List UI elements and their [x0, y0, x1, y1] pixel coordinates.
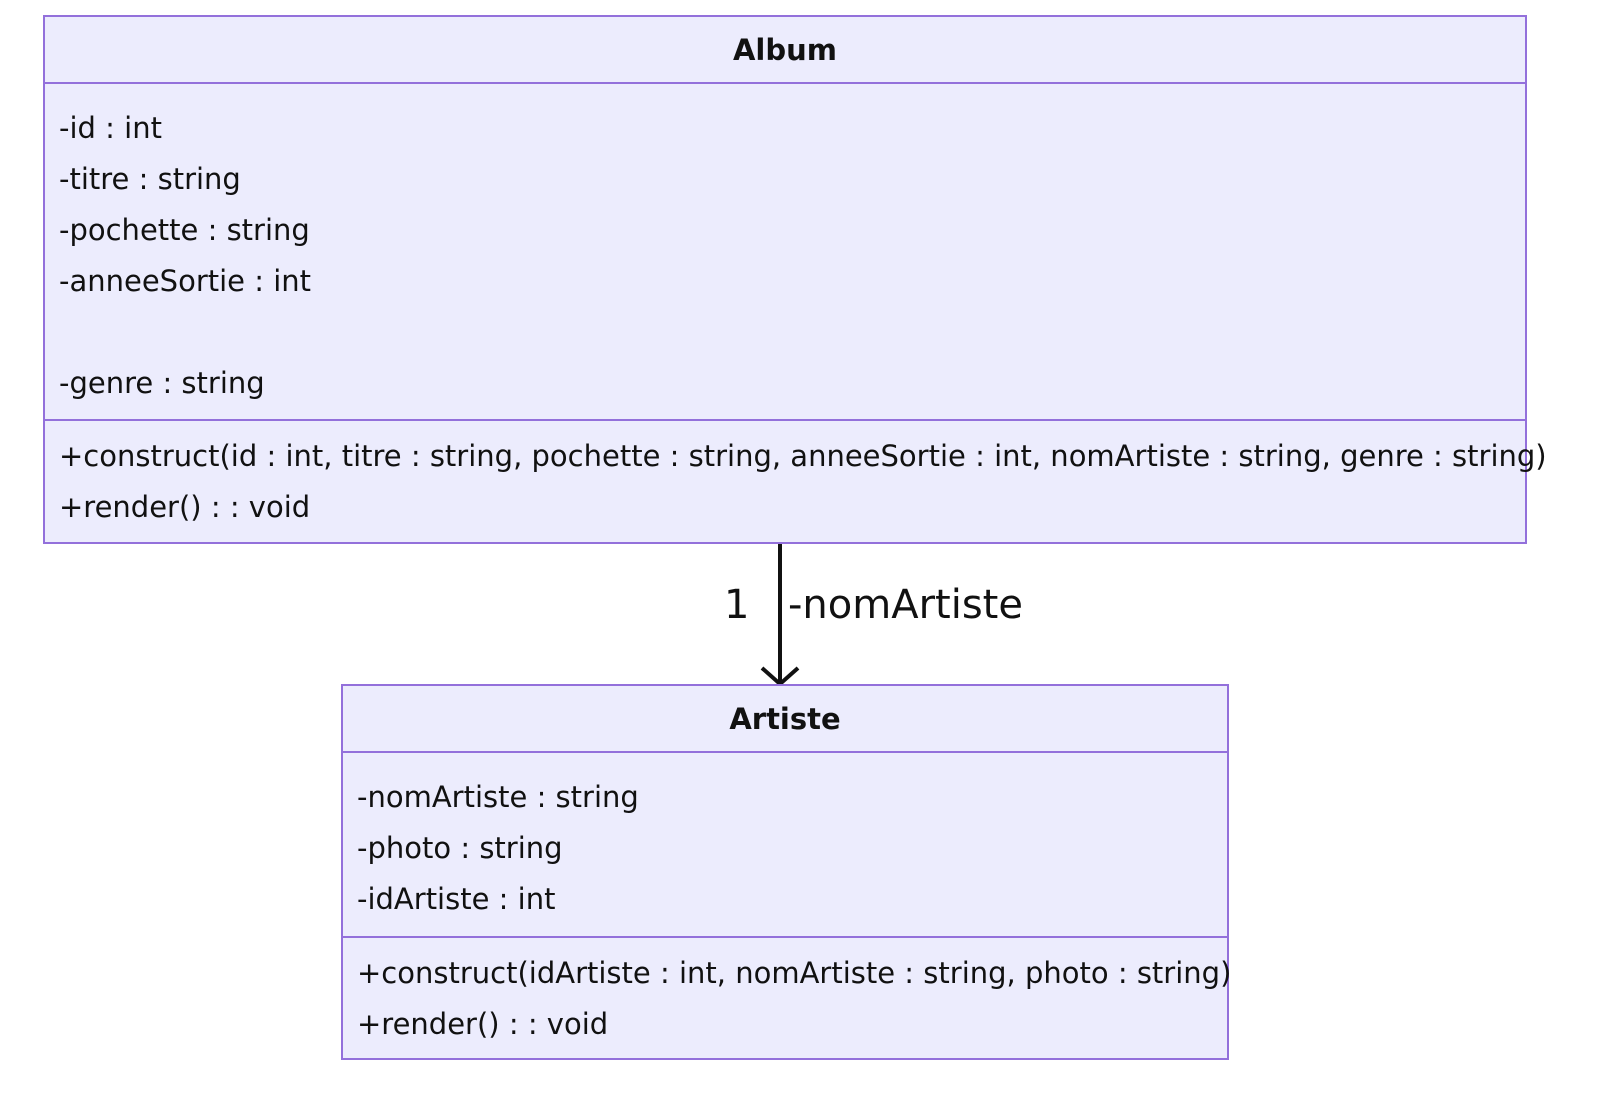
class-artiste-attributes: -nomArtiste : string -photo : string -id… — [343, 753, 1227, 938]
class-artiste-title: Artiste — [343, 686, 1227, 753]
artiste-attribute-idartiste: -idArtiste : int — [357, 882, 556, 916]
class-artiste[interactable]: Artiste -nomArtiste : string -photo : st… — [341, 684, 1232, 1060]
album-attribute-pochette: -pochette : string — [59, 213, 310, 247]
album-attribute-genre: -genre : string — [59, 366, 265, 400]
artiste-method-construct: +construct(idArtiste : int, nomArtiste :… — [357, 956, 1232, 990]
artiste-attribute-nomartiste: -nomArtiste : string — [357, 780, 639, 814]
album-attribute-blank — [59, 307, 1511, 358]
class-album-title: Album — [45, 17, 1525, 84]
relation-arrowhead — [760, 666, 800, 687]
artiste-method-render: +render() : : void — [357, 1007, 609, 1041]
class-album[interactable]: Album -id : int -titre : string -pochett… — [43, 15, 1547, 544]
album-attribute-titre: -titre : string — [59, 162, 241, 196]
album-method-construct: +construct(id : int, titre : string, poc… — [59, 439, 1547, 473]
class-artiste-methods: +construct(idArtiste : int, nomArtiste :… — [343, 938, 1232, 1050]
relation-role-label: -nomArtiste — [788, 582, 1023, 628]
artiste-attribute-photo: -photo : string — [357, 831, 563, 865]
class-album-attributes: -id : int -titre : string -pochette : st… — [45, 84, 1525, 421]
album-attribute-id: -id : int — [59, 111, 162, 145]
class-album-methods: +construct(id : int, titre : string, poc… — [45, 421, 1547, 533]
album-attribute-anneesortie: -anneeSortie : int — [59, 264, 312, 298]
album-method-render: +render() : : void — [59, 490, 311, 524]
relation-multiplicity-label: 1 — [724, 582, 750, 628]
